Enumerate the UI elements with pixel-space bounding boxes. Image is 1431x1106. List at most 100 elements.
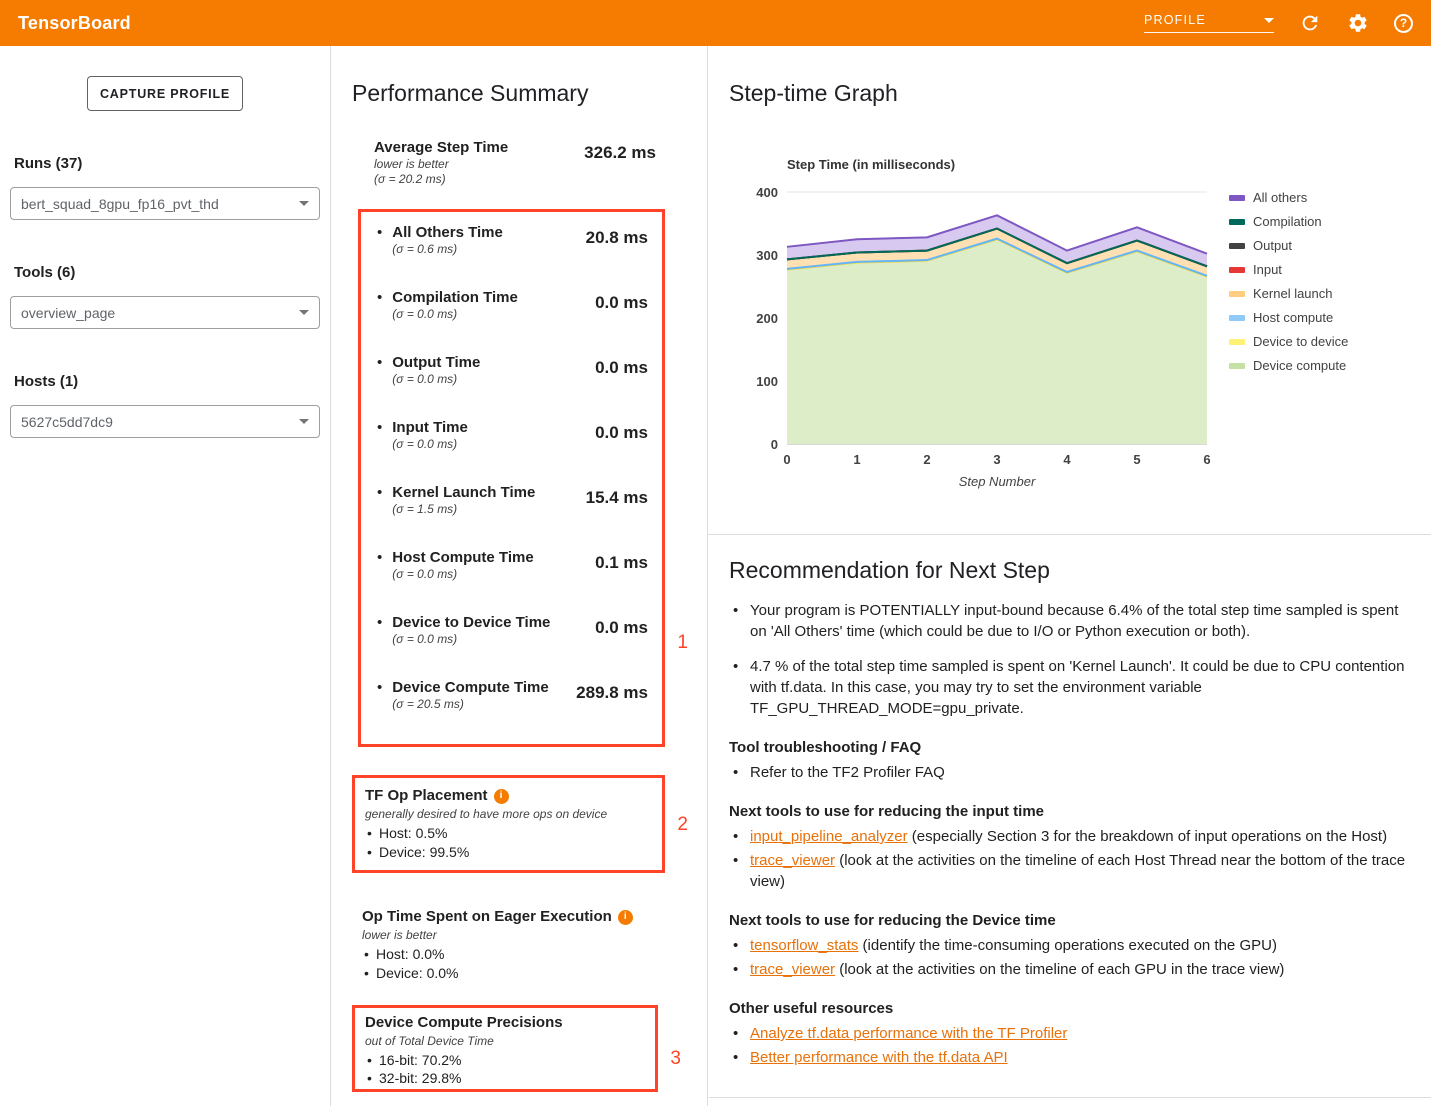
capture-profile-button[interactable]: CAPTURE PROFILE [87,76,243,111]
device-precisions-title: Device Compute Precisions [365,1013,645,1033]
tf-op-placement-item: Host: 0.5% [365,824,652,843]
reco-section-input-time: Next tools to use for reducing the input… [729,802,1407,892]
svg-text:3: 3 [993,452,1000,467]
chevron-down-icon [299,201,309,206]
reco-section-faq: Tool troubleshooting / FAQ Refer to the … [729,738,1407,783]
app-title: TensorBoard [18,13,131,34]
reco-section-heading: Other useful resources [729,999,1407,1019]
metric-value: 20.8 ms [586,224,648,257]
average-step-time-sigma: (σ = 20.2 ms) [374,172,508,187]
step-time-breakdown-box: • All Others Time (σ = 0.6 ms) 20.8 ms •… [358,209,665,747]
metric-item: • Compilation Time (σ = 0.0 ms) 0.0 ms [369,289,648,322]
recommendation-bullet: Your program is POTENTIALLY input-bound … [729,600,1407,642]
device-precisions-label: Device Compute Precisions [365,1013,563,1033]
recommendation-text: (especially Section 3 for the breakdown … [908,828,1387,845]
recommendation-link[interactable]: input_pipeline_analyzer [750,828,908,845]
metric-item: • Output Time (σ = 0.0 ms) 0.0 ms [369,354,648,387]
recommendation-link[interactable]: trace_viewer [750,852,835,869]
metric-name: All Others Time [392,224,503,242]
sidebar: CAPTURE PROFILE Runs (37) bert_squad_8gp… [0,46,331,1106]
help-icon[interactable]: ? [1394,14,1413,33]
legend-label: All others [1253,190,1307,205]
dashboard-selector-value: PROFILE [1144,13,1206,27]
legend-item-output: Output [1229,238,1348,253]
metric-value: 15.4 ms [586,484,648,517]
average-step-time-label: Average Step Time [374,139,508,157]
dashboard-selector[interactable]: PROFILE [1144,13,1274,33]
eager-execution-title: Op Time Spent on Eager Execution i [362,907,665,927]
annotation-2: 2 [677,814,688,836]
metric-name: Host Compute Time [392,549,533,567]
bullet: • [377,679,382,712]
header-controls: PROFILE ? [1144,11,1413,35]
stacked-area-chart: 01002003004000123456 [729,176,1215,472]
eager-execution-item: Host: 0.0% [362,945,665,964]
gear-icon[interactable] [1346,11,1370,35]
bullet: • [377,484,382,517]
runs-select[interactable]: bert_squad_8gpu_fp16_pvt_thd [10,187,320,220]
hosts-select[interactable]: 5627c5dd7dc9 [10,405,320,438]
average-step-time-value: 326.2 ms [584,139,656,187]
tf-op-placement-item: Device: 99.5% [365,843,652,862]
recommendation-text: (identify the time-consuming operations … [858,937,1277,954]
device-precisions-item: 32-bit: 29.8% [365,1069,645,1087]
recommendation-item: input_pipeline_analyzer (especially Sect… [729,826,1407,847]
metric-item: • Device Compute Time (σ = 20.5 ms) 289.… [369,679,648,712]
legend-label: Host compute [1253,310,1333,325]
legend-item-all-others: All others [1229,190,1348,205]
legend-swatch [1229,339,1245,345]
bullet: • [377,614,382,647]
legend-swatch [1229,291,1245,297]
reco-section-resources: Other useful resources Analyze tf.data p… [729,999,1407,1068]
bullet: • [377,354,382,387]
recommendation-item: tensorflow_stats (identify the time-cons… [729,935,1407,956]
hosts-label: Hosts (1) [14,373,320,390]
eager-execution-block: Op Time Spent on Eager Execution i lower… [352,907,665,983]
reco-section-heading: Next tools to use for reducing the input… [729,802,1407,822]
metric-item: • Input Time (σ = 0.0 ms) 0.0 ms [369,419,648,452]
recommendation-link[interactable]: tensorflow_stats [750,937,858,954]
chart-title: Step Time (in milliseconds) [787,157,1431,172]
svg-text:0: 0 [783,452,790,467]
runs-section: Runs (37) bert_squad_8gpu_fp16_pvt_thd [10,155,320,220]
recommendation-bullet: 4.7 % of the total step time sampled is … [729,656,1407,719]
info-icon[interactable]: i [618,910,633,925]
metric-sigma: (σ = 20.5 ms) [392,697,548,712]
tools-label: Tools (6) [14,264,320,281]
runs-select-value: bert_squad_8gpu_fp16_pvt_thd [21,196,219,212]
legend-item-host-compute: Host compute [1229,310,1348,325]
legend-swatch [1229,267,1245,273]
hosts-select-value: 5627c5dd7dc9 [21,414,113,430]
legend-item-compilation: Compilation [1229,214,1348,229]
recommendation-text: (look at the activities on the timeline … [750,852,1405,890]
metric-name: Input Time [392,419,468,437]
svg-text:100: 100 [756,374,778,389]
metric-name: Device to Device Time [392,614,550,632]
info-icon[interactable]: i [494,789,509,804]
svg-text:200: 200 [756,311,778,326]
recommendation-text: (look at the activities on the timeline … [835,961,1284,978]
bullet: • [377,224,382,257]
refresh-icon[interactable] [1298,11,1322,35]
tf-op-placement-label: TF Op Placement [365,786,488,806]
recommendation-link[interactable]: Better performance with the tf.data API [750,1049,1008,1066]
metric-name: Output Time [392,354,480,372]
metric-item: • Host Compute Time (σ = 0.0 ms) 0.1 ms [369,549,648,582]
eager-execution-label: Op Time Spent on Eager Execution [362,907,612,927]
svg-text:4: 4 [1063,452,1071,467]
tools-select[interactable]: overview_page [10,296,320,329]
bullet: • [377,289,382,322]
recommendation-link[interactable]: Analyze tf.data performance with the TF … [750,1025,1067,1042]
bullet: • [377,419,382,452]
metric-item: • Device to Device Time (σ = 0.0 ms) 0.0… [369,614,648,647]
recommendation-item: Better performance with the tf.data API [729,1047,1407,1068]
performance-summary-panel: Performance Summary Average Step Time lo… [331,46,708,1106]
tf-op-placement-title: TF Op Placement i [365,786,652,806]
right-panel: Step-time Graph Step Time (in millisecon… [708,46,1431,1106]
device-precisions-box: Device Compute Precisions out of Total D… [352,1005,658,1092]
recommendation-link[interactable]: trace_viewer [750,961,835,978]
recommendation-panel: Recommendation for Next Step Your progra… [708,535,1431,1071]
average-step-time: Average Step Time lower is better (σ = 2… [374,139,656,187]
device-precisions-item: 16-bit: 70.2% [365,1051,645,1069]
svg-text:6: 6 [1203,452,1210,467]
